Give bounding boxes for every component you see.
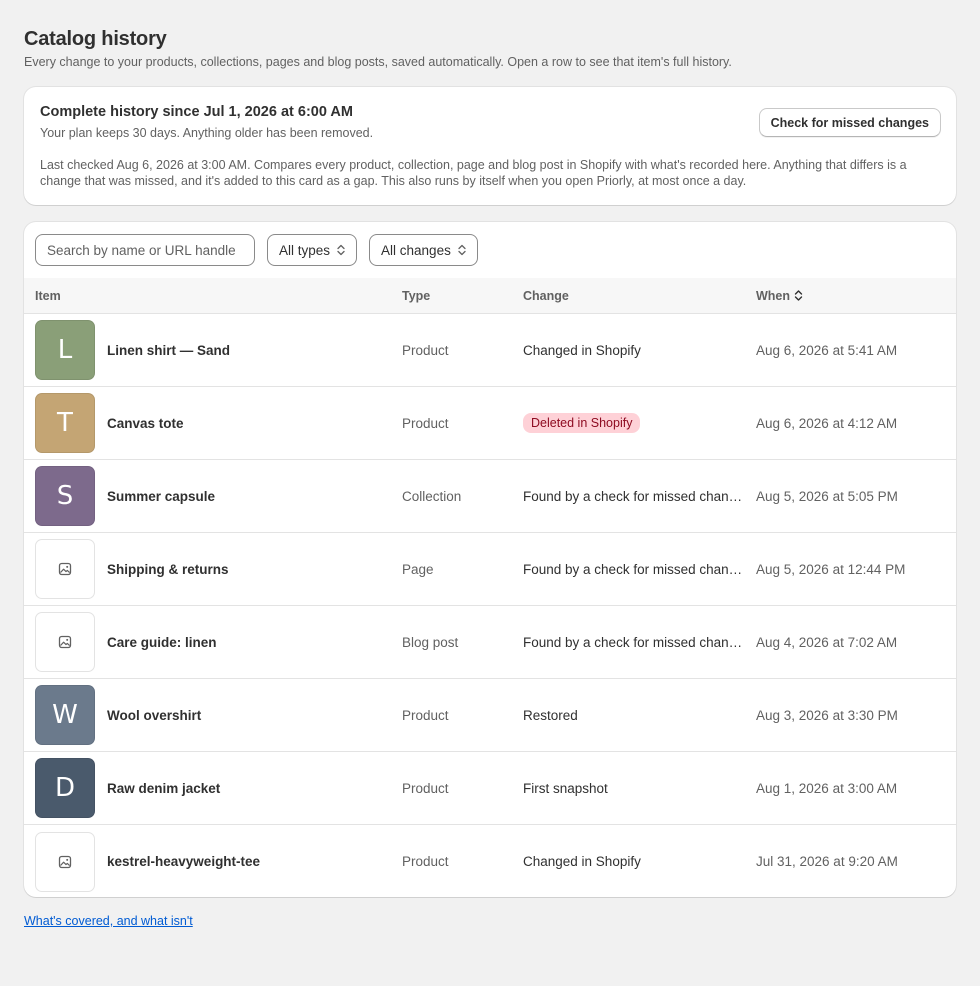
type-filter-label: All types xyxy=(279,242,331,258)
when-text: Aug 5, 2026 at 5:05 PM xyxy=(756,488,898,504)
column-header-type: Type xyxy=(402,288,431,303)
column-header-when-label: When xyxy=(756,288,791,303)
change-cell: First snapshot xyxy=(523,781,756,796)
table-row[interactable]: L Linen shirt — Sand Product Changed in … xyxy=(24,314,956,387)
item-cell: Care guide: linen xyxy=(24,612,402,672)
history-table-card: All types All changes Item Type Change W… xyxy=(24,222,956,897)
select-updown-icon xyxy=(458,244,466,256)
check-missed-changes-button[interactable]: Check for missed changes xyxy=(758,108,941,137)
change-cell: Found by a check for missed changes xyxy=(523,635,756,650)
item-cell: D Raw denim jacket xyxy=(24,758,402,818)
when-text: Aug 3, 2026 at 3:30 PM xyxy=(756,707,898,723)
item-cell: L Linen shirt — Sand xyxy=(24,320,402,380)
item-cell: S Summer capsule xyxy=(24,466,402,526)
status-badge: Deleted in Shopify xyxy=(523,413,641,433)
page-title: Catalog history xyxy=(24,28,167,50)
sort-icon xyxy=(794,290,803,301)
item-name: Raw denim jacket xyxy=(107,780,221,796)
change-cell: Found by a check for missed changes xyxy=(523,562,756,577)
change-text: First snapshot xyxy=(523,780,608,796)
image-icon xyxy=(58,562,72,576)
page-subtitle: Every change to your products, collectio… xyxy=(24,55,732,69)
item-name: Linen shirt — Sand xyxy=(107,342,231,358)
search-input[interactable] xyxy=(35,234,255,266)
item-name: Care guide: linen xyxy=(107,634,217,650)
change-filter-select[interactable]: All changes xyxy=(369,234,478,266)
when-text: Aug 6, 2026 at 4:12 AM xyxy=(756,415,898,431)
table-header: Item Type Change When xyxy=(24,278,956,314)
item-cell: W Wool overshirt xyxy=(24,685,402,745)
when-cell: Aug 5, 2026 at 12:44 PM xyxy=(756,562,956,577)
select-updown-icon xyxy=(337,244,345,256)
image-placeholder-thumbnail xyxy=(35,831,95,892)
change-cell: Changed in Shopify xyxy=(523,343,756,358)
item-thumbnail: D xyxy=(35,758,95,818)
change-text: Found by a check for missed changes xyxy=(523,634,751,650)
when-cell: Aug 6, 2026 at 4:12 AM xyxy=(756,416,956,431)
change-text: Changed in Shopify xyxy=(523,854,641,869)
filter-bar: All types All changes xyxy=(24,222,956,278)
when-cell: Aug 4, 2026 at 7:02 AM xyxy=(756,635,956,650)
type-cell: Product xyxy=(402,780,449,796)
table-row[interactable]: W Wool overshirt Product Restored Aug 3,… xyxy=(24,679,956,752)
type-filter-select[interactable]: All types xyxy=(267,234,358,266)
when-cell: Aug 6, 2026 at 5:41 AM xyxy=(756,343,956,358)
column-header-when[interactable]: When xyxy=(756,289,956,303)
type-cell: Product xyxy=(402,342,449,358)
coverage-info-link[interactable]: What's covered, and what isn't xyxy=(24,914,193,928)
item-thumbnail: W xyxy=(35,685,95,745)
change-filter-label: All changes xyxy=(381,242,451,258)
item-name: Wool overshirt xyxy=(107,707,202,723)
change-cell: Found by a check for missed changes xyxy=(523,489,756,504)
when-text: Aug 1, 2026 at 3:00 AM xyxy=(756,780,898,796)
image-placeholder-thumbnail xyxy=(35,539,95,599)
item-thumbnail: T xyxy=(35,393,95,453)
when-cell: Aug 1, 2026 at 3:00 AM xyxy=(756,781,956,796)
change-text: Changed in Shopify xyxy=(523,342,641,358)
when-text: Aug 4, 2026 at 7:02 AM xyxy=(756,634,898,650)
type-cell: Page xyxy=(402,561,434,577)
type-cell: Blog post xyxy=(402,634,459,650)
change-cell: Restored xyxy=(523,708,756,723)
type-cell: Product xyxy=(402,854,449,869)
type-cell: Product xyxy=(402,415,449,431)
history-coverage-card: Complete history since Jul 1, 2026 at 6:… xyxy=(24,87,956,205)
item-cell: T Canvas tote xyxy=(24,393,402,453)
item-cell: kestrel-heavyweight-tee xyxy=(24,831,402,892)
table-body: L Linen shirt — Sand Product Changed in … xyxy=(24,314,956,897)
table-row[interactable]: Shipping & returns Page Found by a check… xyxy=(24,533,956,606)
item-name: Summer capsule xyxy=(107,488,216,504)
item-thumbnail: S xyxy=(35,466,95,526)
change-cell: Changed in Shopify xyxy=(523,854,756,869)
table-row[interactable]: S Summer capsule Collection Found by a c… xyxy=(24,460,956,533)
table-row[interactable]: kestrel-heavyweight-tee Product Changed … xyxy=(24,825,956,897)
change-text: Found by a check for missed changes xyxy=(523,561,751,577)
item-name: Canvas tote xyxy=(107,415,184,431)
item-name: Shipping & returns xyxy=(107,561,229,577)
when-cell: Aug 3, 2026 at 3:30 PM xyxy=(756,708,956,723)
image-icon xyxy=(58,855,72,868)
when-cell: Jul 31, 2026 at 9:20 AM xyxy=(756,854,956,869)
type-cell: Collection xyxy=(402,488,462,504)
image-icon xyxy=(58,635,72,649)
catalog-history-page: Catalog history Every change to your pro… xyxy=(0,0,980,928)
item-name: kestrel-heavyweight-tee xyxy=(107,854,261,869)
column-header-item: Item xyxy=(35,288,61,303)
change-text: Found by a check for missed changes xyxy=(523,488,751,504)
change-cell: Deleted in Shopify xyxy=(523,413,756,433)
when-text: Aug 6, 2026 at 5:41 AM xyxy=(756,342,898,358)
column-header-change: Change xyxy=(523,288,569,303)
history-card-description: Last checked Aug 6, 2026 at 3:00 AM. Com… xyxy=(40,158,907,188)
item-cell: Shipping & returns xyxy=(24,539,402,599)
table-row[interactable]: D Raw denim jacket Product First snapsho… xyxy=(24,752,956,825)
item-thumbnail: L xyxy=(35,320,95,380)
when-cell: Aug 5, 2026 at 5:05 PM xyxy=(756,489,956,504)
when-text: Jul 31, 2026 at 9:20 AM xyxy=(756,854,898,869)
table-row[interactable]: Care guide: linen Blog post Found by a c… xyxy=(24,606,956,679)
type-cell: Product xyxy=(402,707,449,723)
table-row[interactable]: T Canvas tote Product Deleted in Shopify… xyxy=(24,387,956,460)
change-text: Restored xyxy=(523,707,578,723)
image-placeholder-thumbnail xyxy=(35,612,95,672)
when-text: Aug 5, 2026 at 12:44 PM xyxy=(756,561,906,577)
